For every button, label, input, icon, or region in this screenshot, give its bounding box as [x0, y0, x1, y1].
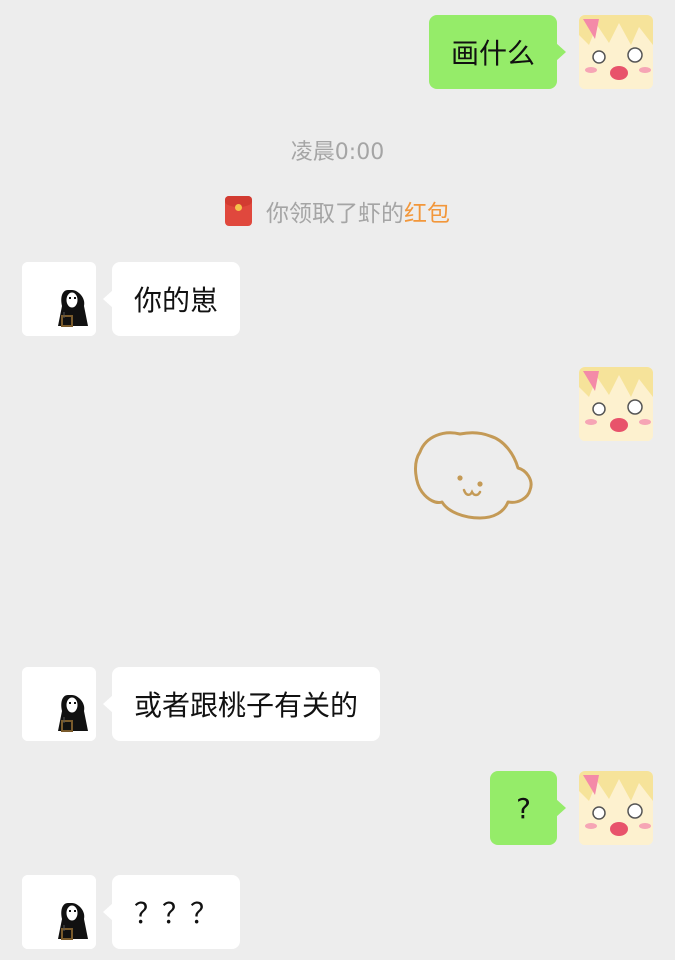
self-avatar[interactable] — [579, 367, 653, 441]
no-face-avatar-icon — [22, 875, 96, 949]
no-face-avatar-icon — [22, 262, 96, 336]
other-avatar[interactable] — [22, 875, 96, 949]
puppy-doodle-icon — [414, 431, 533, 520]
system-notice-text: 你领取了虾的 — [266, 201, 404, 227]
no-face-avatar-icon — [22, 667, 96, 741]
self-avatar[interactable] — [579, 771, 653, 845]
message-bubble[interactable]: ？？？ — [102, 875, 241, 949]
message-text: 画什么 — [450, 37, 535, 70]
message-bubble[interactable]: ? — [490, 771, 566, 845]
red-packet-link[interactable]: 红包 — [404, 194, 450, 228]
anime-girl-avatar-icon — [579, 771, 653, 845]
red-packet-icon — [225, 196, 252, 226]
anime-girl-avatar-icon — [579, 367, 653, 441]
message-text: ？？？ — [134, 897, 219, 930]
system-notice: 你领取了虾的 红包 — [0, 194, 675, 228]
message-bubble[interactable]: 画什么 — [428, 15, 567, 89]
message-text: 或者跟桃子有关的 — [134, 689, 359, 722]
self-avatar[interactable] — [579, 15, 653, 89]
puppy-doodle-sticker[interactable] — [408, 420, 538, 530]
anime-girl-avatar-icon — [579, 15, 653, 89]
message-bubble[interactable]: 你的崽 — [102, 262, 241, 336]
message-text: ? — [516, 791, 531, 825]
other-avatar[interactable] — [22, 667, 96, 741]
timestamp: 凌晨0:00 — [290, 140, 385, 165]
message-bubble[interactable]: 或者跟桃子有关的 — [102, 667, 381, 741]
message-text: 你的崽 — [134, 284, 219, 317]
other-avatar[interactable] — [22, 262, 96, 336]
